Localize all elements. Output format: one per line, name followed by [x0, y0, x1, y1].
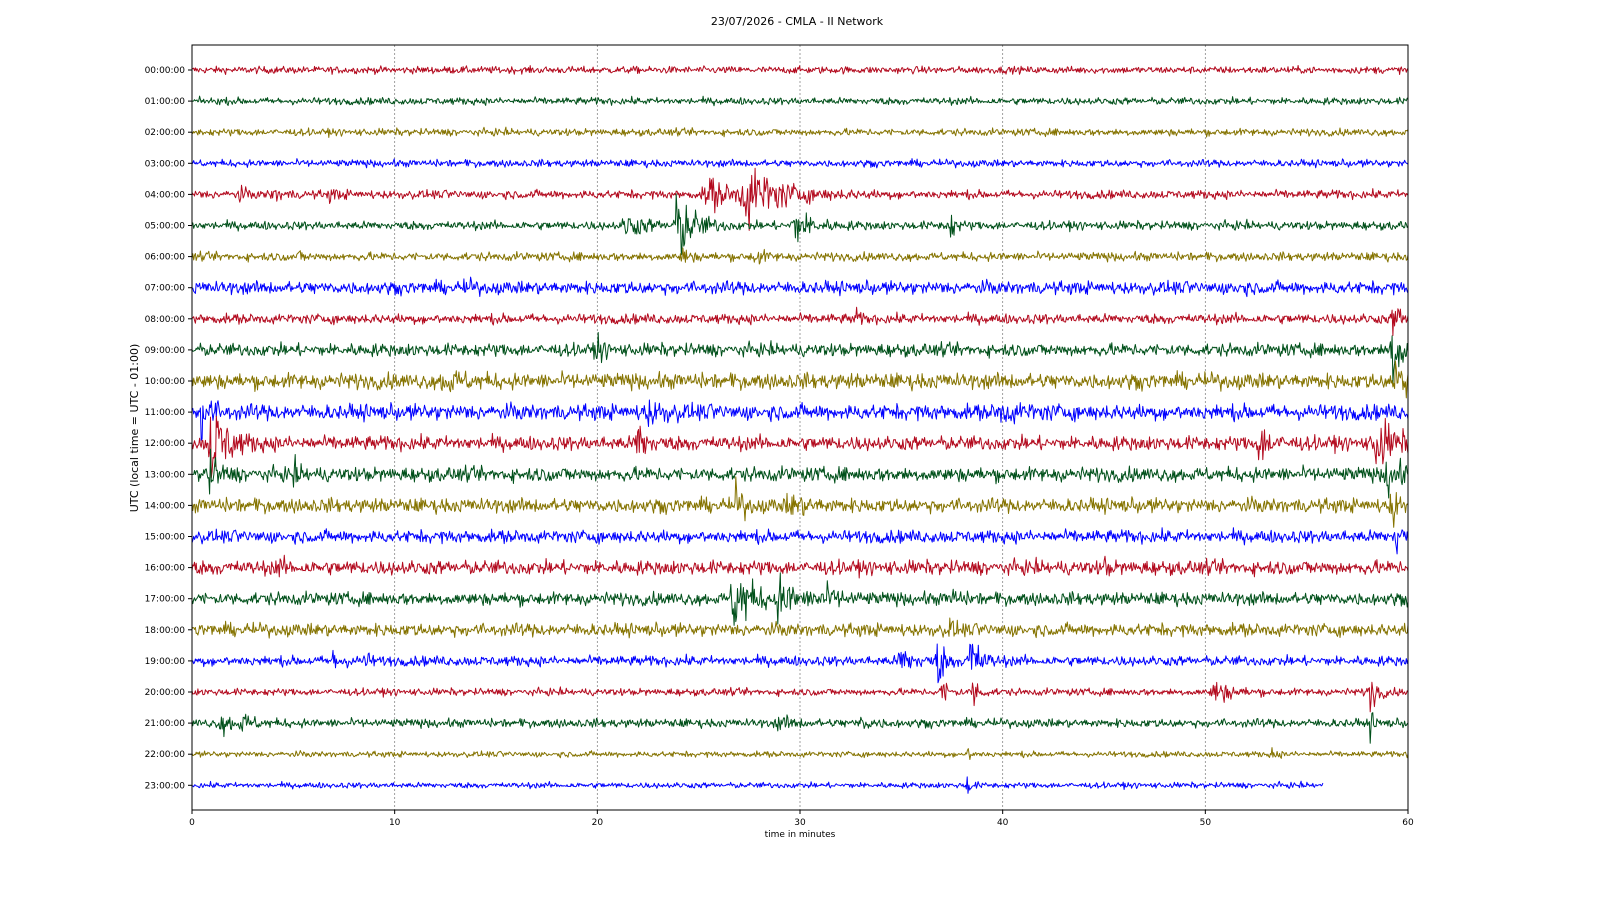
y-tick-label: 06:00:00 — [145, 253, 186, 263]
y-tick-label: 16:00:00 — [145, 564, 186, 574]
y-axis-label: UTC (local time = UTC - 01:00) — [128, 344, 141, 513]
y-tick-label: 23:00:00 — [145, 781, 186, 791]
y-tick-label: 03:00:00 — [145, 159, 186, 169]
y-tick-label: 07:00:00 — [145, 284, 186, 294]
x-tick-label: 50 — [1200, 818, 1212, 828]
y-tick-label: 13:00:00 — [145, 470, 186, 480]
y-tick-label: 22:00:00 — [145, 750, 186, 760]
y-tick-label: 10:00:00 — [145, 377, 186, 387]
y-tick-label: 04:00:00 — [145, 190, 186, 200]
y-tick-label: 05:00:00 — [145, 222, 186, 232]
y-tick-label: 02:00:00 — [145, 128, 186, 138]
helicorder-chart: 23/07/2026 - CMLA - II Network 0 10 20 30 40… — [0, 0, 1600, 900]
x-axis-label: time in minutes — [765, 830, 836, 840]
y-tick-label: 18:00:00 — [145, 626, 186, 636]
x-tick-label: 40 — [997, 818, 1009, 828]
y-tick-label: 21:00:00 — [145, 719, 186, 729]
x-tick-label: 60 — [1402, 818, 1414, 828]
y-tick-label: 20:00:00 — [145, 688, 186, 698]
x-tick-label: 20 — [592, 818, 604, 828]
y-tick-label: 11:00:00 — [145, 408, 186, 418]
y-tick-label: 09:00:00 — [145, 346, 186, 356]
y-tick-label: 00:00:00 — [145, 66, 186, 76]
y-tick-label: 15:00:00 — [145, 533, 186, 543]
y-tick-label: 17:00:00 — [145, 595, 186, 605]
x-tick-label: 30 — [794, 818, 806, 828]
x-tick-label: 0 — [189, 818, 195, 828]
y-tick-label: 19:00:00 — [145, 657, 186, 667]
y-tick-label: 14:00:00 — [145, 501, 186, 511]
y-tick-label: 12:00:00 — [145, 439, 186, 449]
y-tick-label: 01:00:00 — [145, 97, 186, 107]
chart-title: 23/07/2026 - CMLA - II Network — [711, 15, 884, 28]
y-tick-label: 08:00:00 — [145, 315, 186, 325]
x-tick-label: 10 — [389, 818, 401, 828]
